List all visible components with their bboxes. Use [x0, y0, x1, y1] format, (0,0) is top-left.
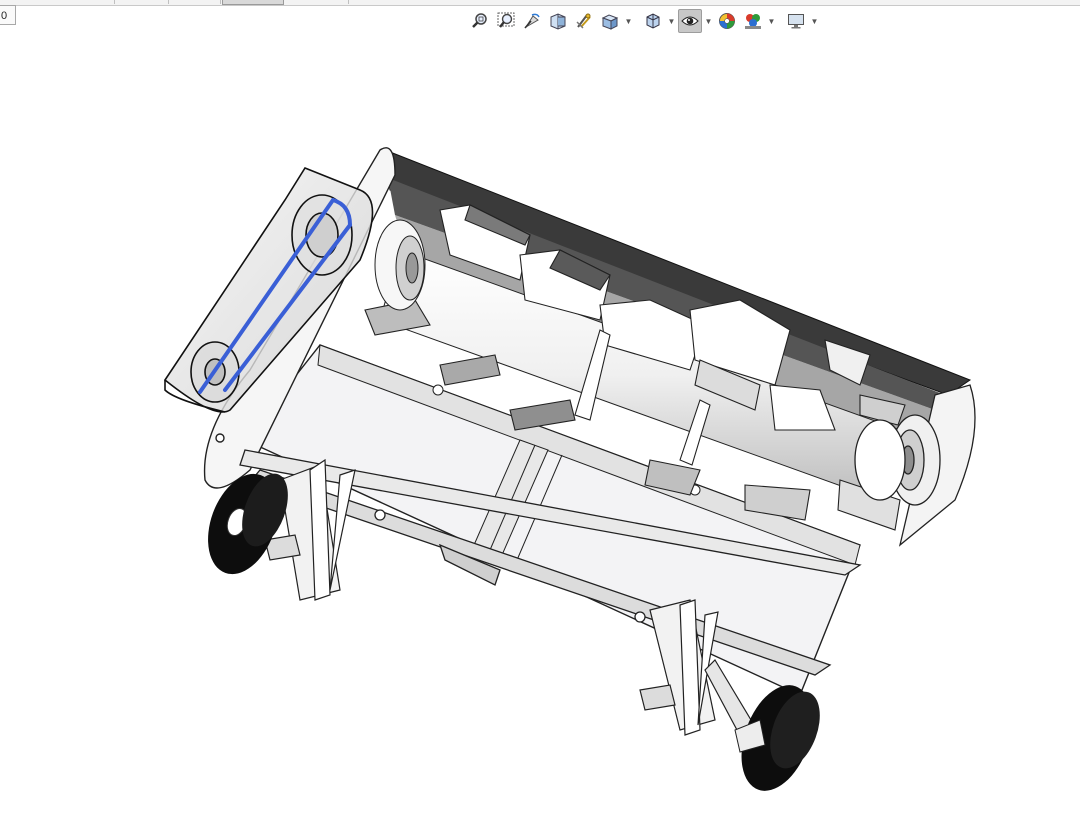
dynamic-annotation-button[interactable]	[572, 9, 596, 33]
view-settings-button[interactable]	[784, 9, 808, 33]
view-orientation-icon	[601, 14, 619, 30]
chevron-down-icon: ▼	[624, 16, 633, 26]
previous-view-icon	[524, 13, 540, 29]
eye-icon	[681, 16, 699, 26]
display-style-button[interactable]	[641, 9, 665, 33]
hide-show-items-button[interactable]	[678, 9, 702, 33]
monitor-icon	[788, 14, 804, 29]
right-wheel	[734, 685, 820, 791]
view-orientation-dropdown[interactable]: ▼	[624, 9, 633, 33]
document-tab[interactable]	[116, 0, 169, 4]
chevron-down-icon: ▼	[704, 16, 713, 26]
display-style-dropdown[interactable]: ▼	[667, 9, 676, 33]
left-bearing-hub	[374, 219, 426, 311]
appearance-icon	[719, 13, 735, 29]
zoom-to-area-button[interactable]	[494, 9, 518, 33]
apply-scene-dropdown[interactable]: ▼	[767, 9, 776, 33]
section-view-button[interactable]	[546, 9, 570, 33]
document-tab-active[interactable]	[222, 0, 284, 5]
zoom-to-area-icon	[497, 12, 515, 28]
document-tab-strip	[0, 0, 1080, 6]
zoom-to-fit-icon	[472, 13, 487, 28]
tiller-3d-model[interactable]	[0, 36, 1080, 839]
graphics-area[interactable]	[0, 36, 1080, 839]
apply-scene-button[interactable]	[741, 9, 765, 33]
hide-show-items-dropdown[interactable]: ▼	[704, 9, 713, 33]
view-settings-dropdown[interactable]: ▼	[810, 9, 819, 33]
chevron-down-icon: ▼	[667, 16, 676, 26]
document-tab[interactable]	[170, 0, 221, 4]
scene-icon	[745, 14, 761, 29]
corner-input-field[interactable]: 0	[0, 5, 16, 25]
heads-up-view-toolbar: ▼ ▼ ▼ ▼ ▼	[468, 8, 819, 34]
view-orientation-button[interactable]	[598, 9, 622, 33]
document-tab[interactable]	[284, 0, 349, 4]
document-tab[interactable]	[68, 0, 115, 4]
dynamic-annotation-icon	[576, 13, 591, 29]
edit-appearance-button[interactable]	[715, 9, 739, 33]
zoom-to-fit-button[interactable]	[468, 9, 492, 33]
chevron-down-icon: ▼	[810, 16, 819, 26]
chevron-down-icon: ▼	[767, 16, 776, 26]
display-style-icon	[646, 13, 660, 29]
previous-view-button[interactable]	[520, 9, 544, 33]
section-view-icon	[550, 13, 566, 30]
